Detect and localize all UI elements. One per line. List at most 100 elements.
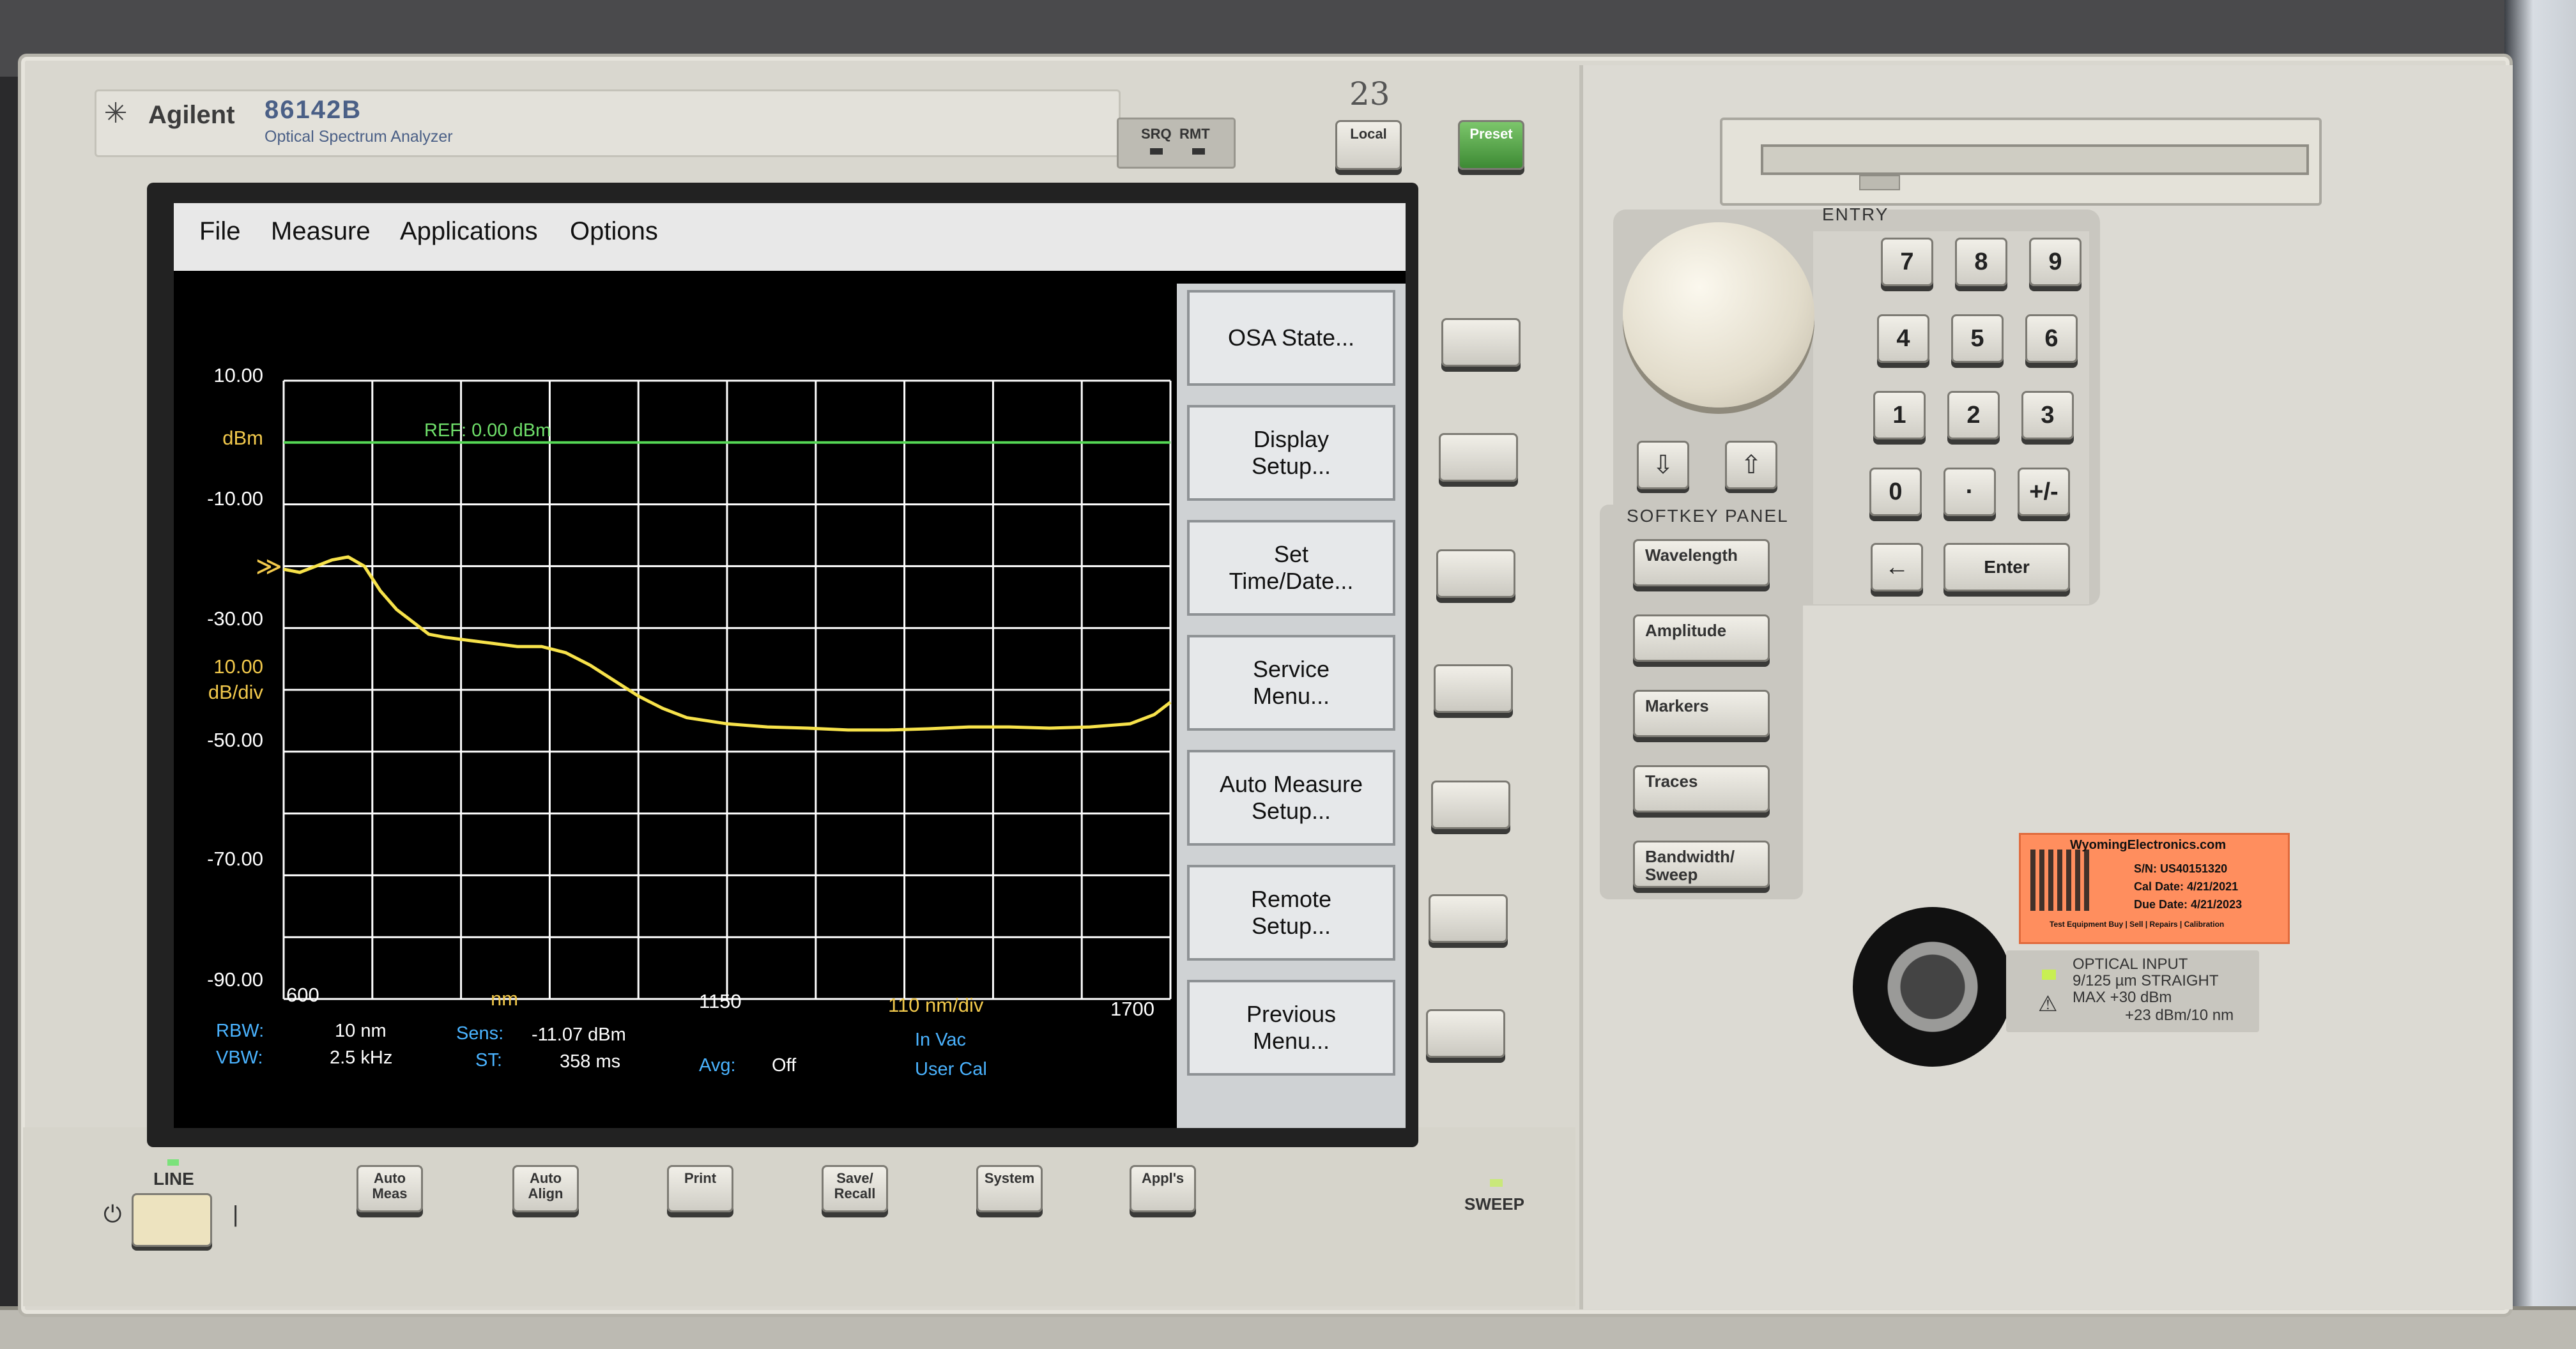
side-softkey-button-1[interactable] (1441, 318, 1521, 367)
y-tick-label: -50.00 (207, 729, 263, 751)
print-button[interactable]: Print (667, 1165, 733, 1212)
key-9[interactable]: 9 (2029, 238, 2082, 286)
y-tick-label: -10.00 (207, 487, 263, 510)
auto-align-button[interactable]: Auto Align (512, 1165, 579, 1212)
step-down-button[interactable]: ⇩ (1637, 441, 1689, 489)
softkey-label: Time/Date... (1229, 568, 1354, 594)
sticker-due-date: Due Date: 4/21/2023 (2134, 898, 2242, 911)
plot-grid (282, 379, 1172, 1000)
floppy-slot[interactable] (1761, 144, 2309, 175)
softkey-label: Service (1252, 656, 1330, 682)
optical-input-connector[interactable] (1853, 907, 2012, 1067)
bandwidth-sweep-button[interactable]: Bandwidth/Sweep (1633, 841, 1770, 888)
entry-label: ENTRY (1822, 204, 1889, 224)
key-backspace[interactable]: ← (1871, 543, 1923, 591)
button-label: Save/ (836, 1170, 873, 1186)
laser-warning-icon: ⚠ (2038, 992, 2058, 1016)
key-0[interactable]: 0 (1869, 468, 1922, 516)
button-label: Traces (1645, 772, 1698, 791)
softkey-set-time-date[interactable]: Set Time/Date... (1187, 520, 1395, 616)
menu-file[interactable]: File (199, 217, 240, 246)
sticker-serial-number: S/N: US40151320 (2134, 862, 2228, 875)
key-3[interactable]: 3 (2021, 391, 2074, 439)
amplitude-button[interactable]: Amplitude (1633, 614, 1770, 662)
softkey-label: OSA State... (1227, 324, 1355, 351)
softkey-auto-measure-setup[interactable]: Auto Measure Setup... (1187, 750, 1395, 846)
y-tick-label: -90.00 (207, 968, 263, 991)
softkey-service-menu[interactable]: Service Menu... (1187, 635, 1395, 731)
softkey-column: OSA State... Display Setup... Set Time/Dat… (1177, 284, 1406, 1128)
avg-value: Off (772, 1055, 797, 1076)
sens-value: -11.07 dBm (532, 1025, 626, 1045)
key-2[interactable]: 2 (1947, 391, 2000, 439)
key-8[interactable]: 8 (1955, 238, 2007, 286)
rbw-value: 10 nm (335, 1021, 387, 1041)
softkey-previous-menu[interactable]: Previous Menu... (1187, 980, 1395, 1076)
key-5[interactable]: 5 (1951, 314, 2004, 363)
menu-measure[interactable]: Measure (271, 217, 371, 246)
display-screen: File Measure Applications Options 10.00 … (174, 203, 1406, 1128)
cal-label: User Cal (915, 1059, 987, 1079)
key-7[interactable]: 7 (1881, 238, 1933, 286)
step-up-button[interactable]: ⇧ (1725, 441, 1777, 489)
srq-label: SRQ (1141, 126, 1172, 142)
softkey-remote-setup[interactable]: Remote Setup... (1187, 865, 1395, 961)
key-decimal[interactable]: · (1943, 468, 1996, 516)
menu-options[interactable]: Options (570, 217, 658, 246)
local-button[interactable]: Local (1335, 120, 1402, 170)
side-softkey-button-7[interactable] (1426, 1009, 1505, 1058)
softkey-label: Setup... (1251, 798, 1331, 824)
button-label: Auto (529, 1170, 562, 1186)
appls-button[interactable]: Appl's (1130, 1165, 1196, 1212)
key-plus-minus[interactable]: +/- (2018, 468, 2070, 516)
softkey-display-setup[interactable]: Display Setup... (1187, 405, 1395, 501)
key-6[interactable]: 6 (2025, 314, 2078, 363)
line-power-button[interactable] (132, 1193, 212, 1247)
side-softkey-button-4[interactable] (1434, 664, 1513, 713)
side-softkey-button-2[interactable] (1439, 433, 1518, 482)
medium-label: In Vac (915, 1030, 967, 1050)
x-tick-label: 1700 (1110, 998, 1154, 1020)
softkey-label: Setup... (1251, 453, 1331, 479)
softkey-label: Menu... (1252, 683, 1330, 709)
sticker-footer: Test Equipment Buy | Sell | Repairs | Ca… (2050, 920, 2225, 929)
button-label: Print (684, 1170, 717, 1186)
sweep-label: SWEEP (1464, 1194, 1524, 1214)
button-label: Recall (834, 1185, 876, 1201)
wavelength-button[interactable]: Wavelength (1633, 539, 1770, 586)
softkey-osa-state[interactable]: OSA State... (1187, 290, 1395, 386)
floppy-eject-button[interactable] (1859, 175, 1900, 190)
power-on-icon: | (233, 1201, 239, 1227)
side-softkey-button-6[interactable] (1429, 894, 1508, 943)
sens-label: Sens: (456, 1023, 504, 1044)
side-softkey-button-5[interactable] (1431, 781, 1510, 829)
softkey-label: Display (1253, 426, 1330, 452)
softkey-panel-label: SOFTKEY PANEL (1627, 506, 1789, 526)
sweep-led (1490, 1179, 1503, 1187)
optical-input-label: OPTICAL INPUT (2073, 956, 2188, 973)
system-button[interactable]: System (976, 1165, 1043, 1212)
auto-meas-button[interactable]: Auto Meas (356, 1165, 423, 1212)
y-scale-label: 10.00 (213, 655, 263, 678)
side-softkey-button-3[interactable] (1436, 549, 1515, 598)
rotary-knob[interactable] (1623, 222, 1814, 408)
button-label: System (984, 1170, 1035, 1186)
sticker-company: WyomingElectronics.com (2070, 838, 2227, 852)
button-label: Appl's (1141, 1170, 1184, 1186)
brand-name: Agilent (148, 101, 235, 129)
markers-button[interactable]: Markers (1633, 690, 1770, 737)
menu-bar: File Measure Applications Options (174, 203, 1406, 271)
softkey-label: Menu... (1252, 1028, 1330, 1054)
preset-button[interactable]: Preset (1458, 120, 1524, 170)
menu-applications[interactable]: Applications (400, 217, 538, 246)
save-recall-button[interactable]: Save/Recall (822, 1165, 888, 1212)
softkey-label: Remote (1250, 886, 1332, 912)
st-label: ST: (475, 1050, 502, 1071)
x-unit-label: nm (491, 987, 519, 1010)
key-enter[interactable]: Enter (1943, 543, 2070, 591)
key-4[interactable]: 4 (1877, 314, 1929, 363)
vbw-value: 2.5 kHz (330, 1048, 393, 1068)
traces-button[interactable]: Traces (1633, 765, 1770, 812)
key-1[interactable]: 1 (1873, 391, 1926, 439)
spectrum-plot (282, 379, 1172, 1000)
